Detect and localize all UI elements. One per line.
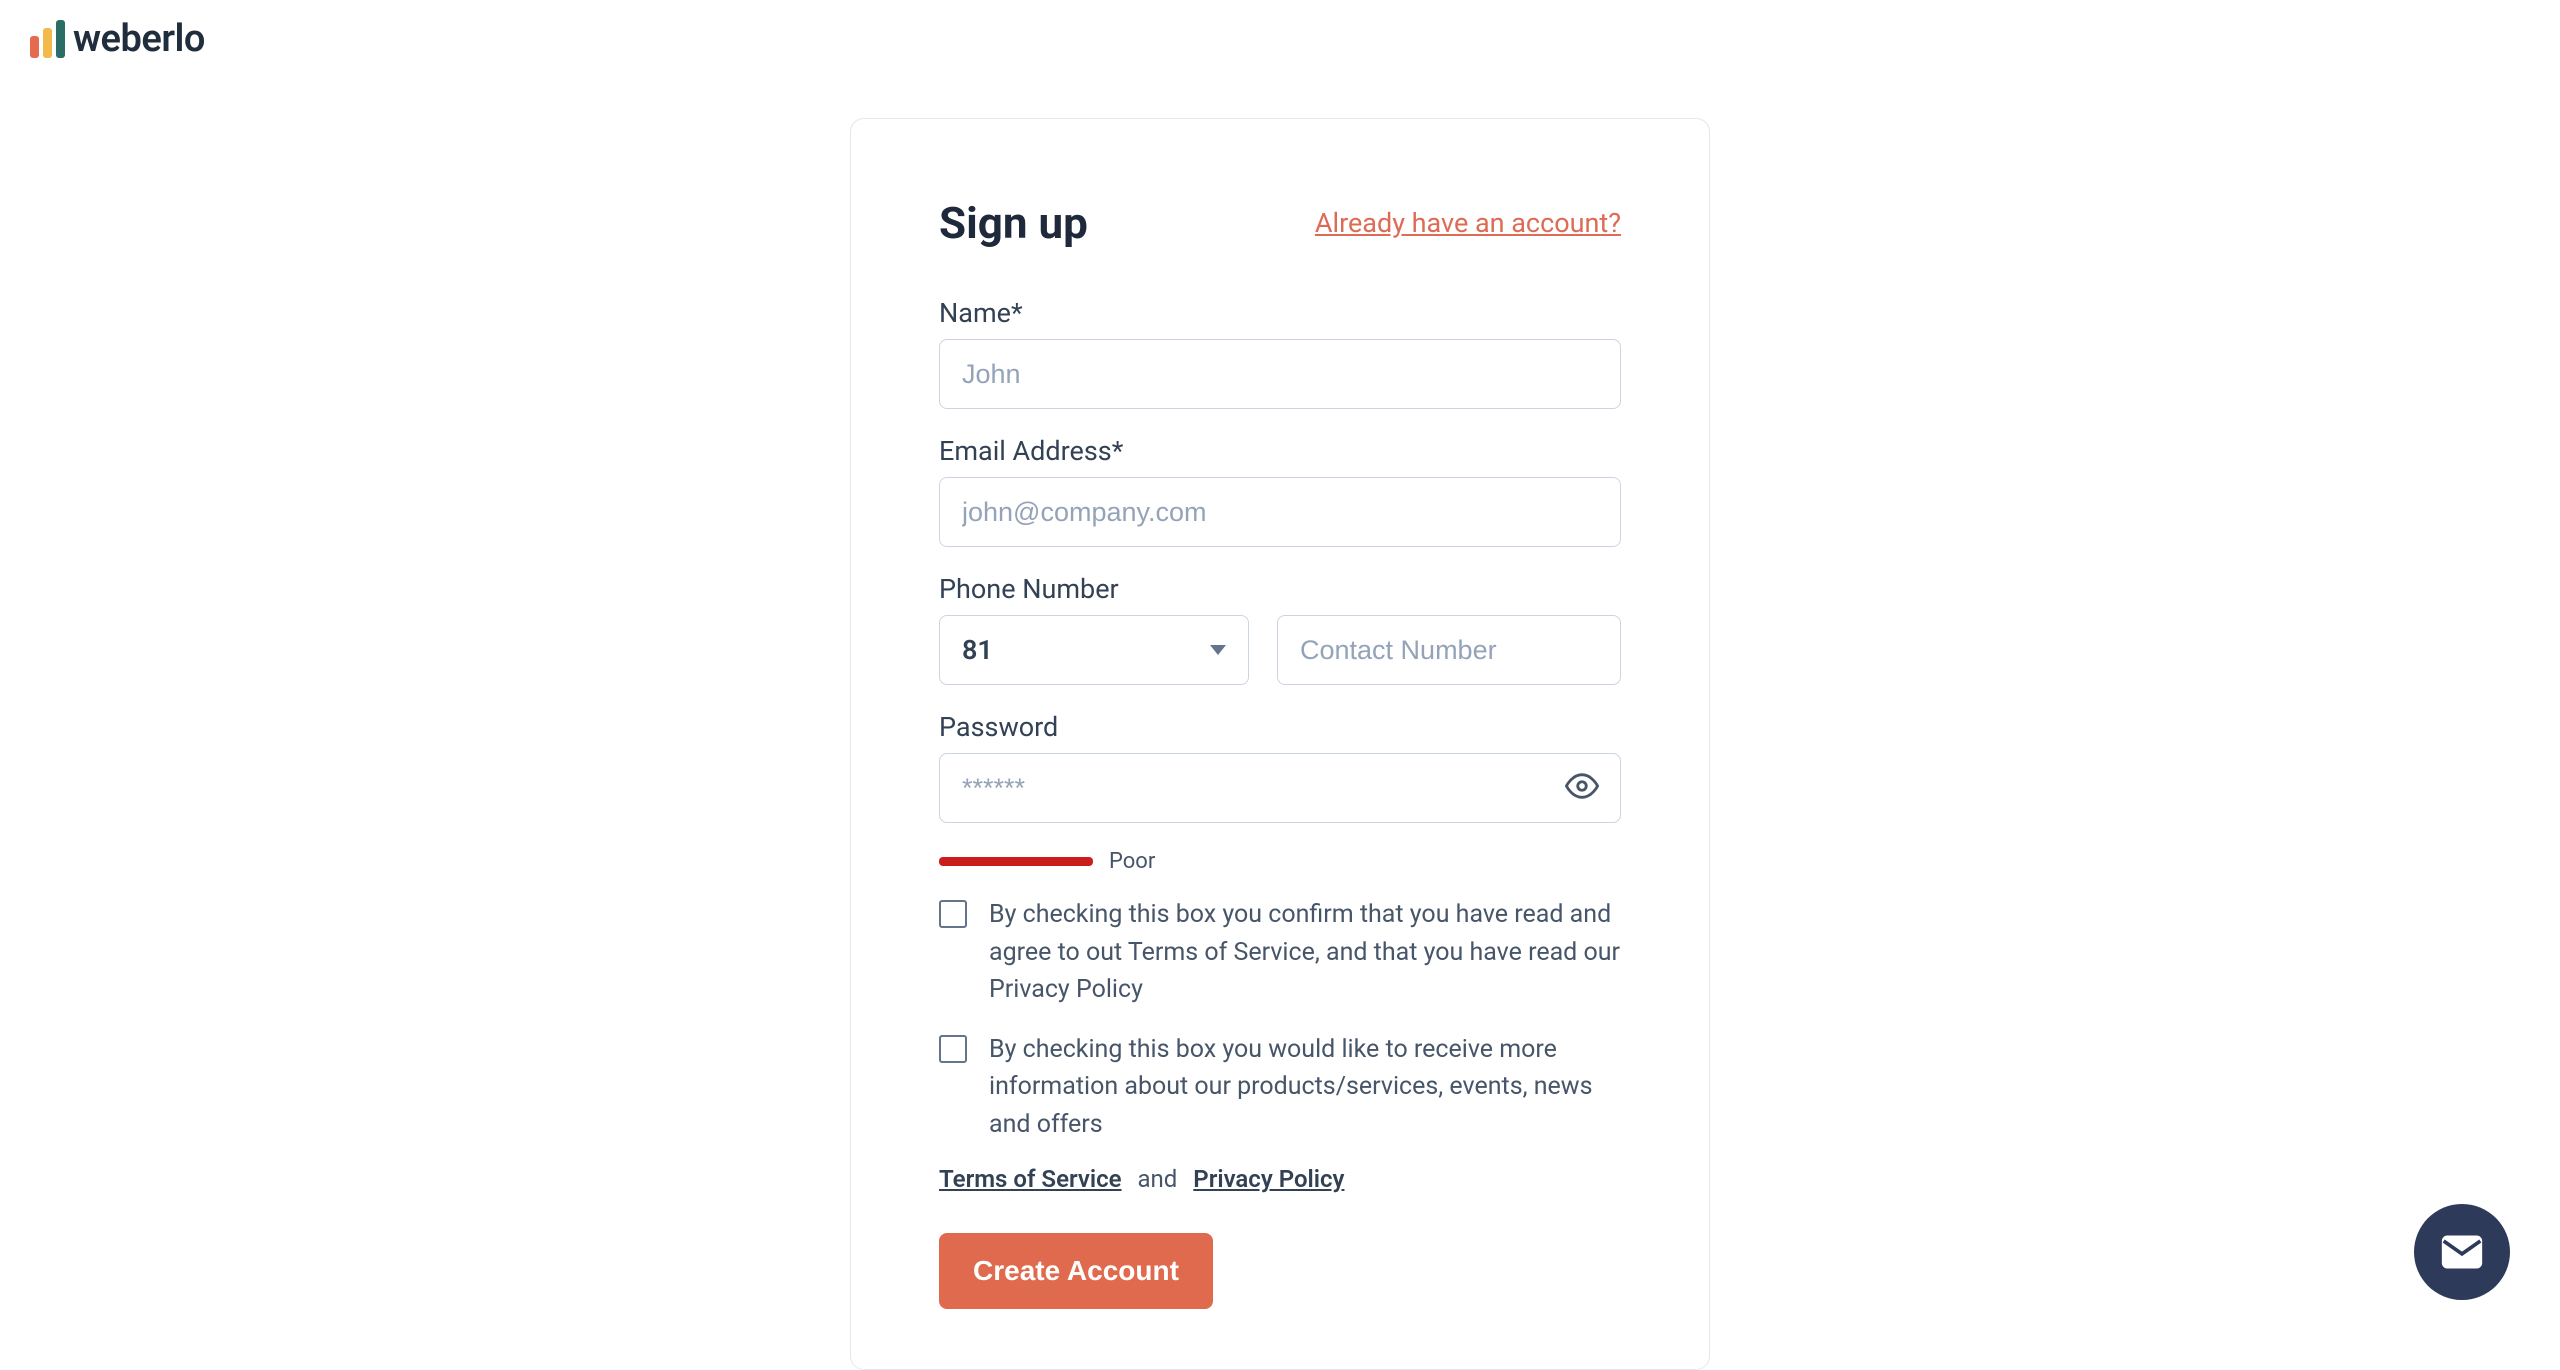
country-code-value: 81: [962, 634, 993, 666]
toggle-password-visibility-button[interactable]: [1565, 769, 1599, 807]
mail-icon: [2440, 1230, 2484, 1274]
legal-separator: and: [1138, 1165, 1178, 1193]
signup-card: Sign up Already have an account? Name* E…: [850, 118, 1710, 1370]
chat-widget-button[interactable]: [2414, 1204, 2510, 1300]
legal-links: Terms of Service and Privacy Policy: [939, 1165, 1621, 1193]
strength-label: Poor: [1109, 849, 1155, 874]
password-strength-indicator: Poor: [939, 849, 1621, 874]
email-input[interactable]: [939, 477, 1621, 547]
terms-checkbox-label: By checking this box you confirm that yo…: [989, 896, 1621, 1009]
name-label: Name*: [939, 297, 1621, 329]
country-code-select[interactable]: 81: [939, 615, 1249, 685]
phone-input[interactable]: [1277, 615, 1621, 685]
phone-label: Phone Number: [939, 573, 1621, 605]
terms-of-service-link[interactable]: Terms of Service: [939, 1165, 1122, 1193]
eye-icon: [1565, 769, 1599, 803]
privacy-policy-link[interactable]: Privacy Policy: [1193, 1165, 1344, 1193]
chevron-down-icon: [1210, 645, 1226, 655]
password-label: Password: [939, 711, 1621, 743]
marketing-checkbox-label: By checking this box you would like to r…: [989, 1031, 1621, 1144]
terms-checkbox[interactable]: [939, 900, 967, 928]
signin-link[interactable]: Already have an account?: [1315, 207, 1621, 239]
name-input[interactable]: [939, 339, 1621, 409]
create-account-button[interactable]: Create Account: [939, 1233, 1213, 1309]
strength-bar: [939, 857, 1093, 866]
marketing-checkbox[interactable]: [939, 1035, 967, 1063]
logo-bars-icon: [30, 20, 65, 58]
page-title: Sign up: [939, 197, 1088, 249]
brand-logo: weberlo: [30, 20, 205, 58]
email-label: Email Address*: [939, 435, 1621, 467]
brand-name: weberlo: [73, 20, 205, 58]
password-input[interactable]: [939, 753, 1621, 823]
